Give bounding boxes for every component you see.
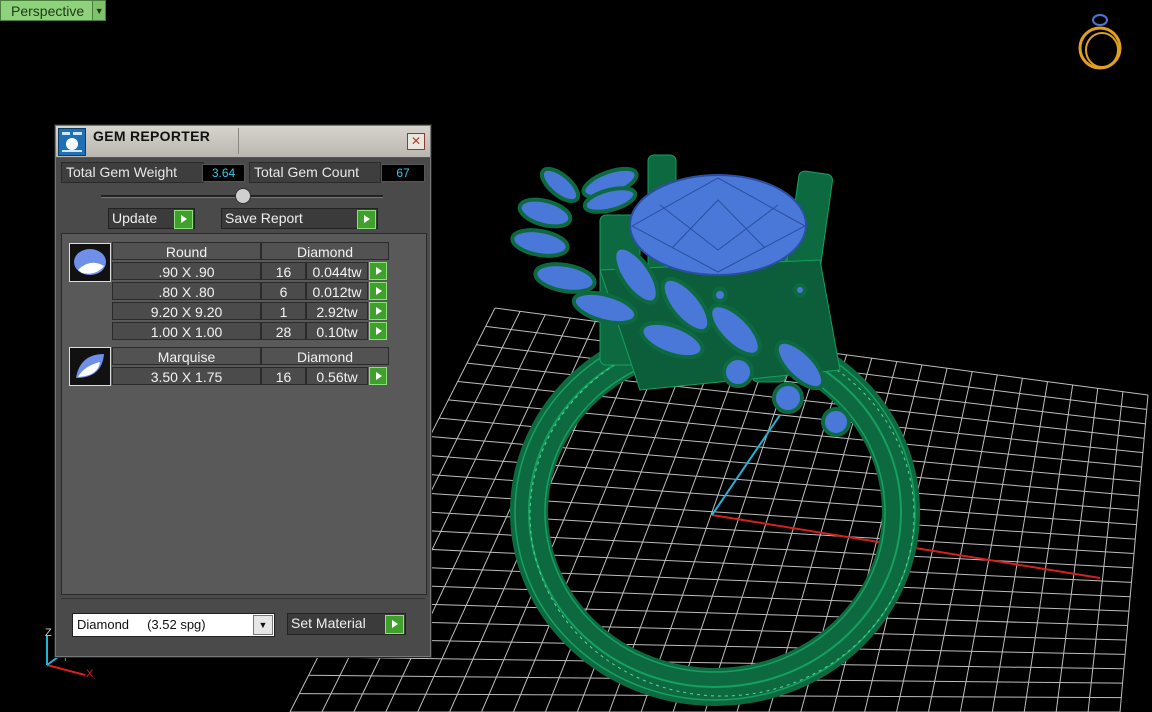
play-arrow-icon[interactable] [369, 322, 387, 340]
gem-reporter-panel[interactable]: GEM REPORTER ✕ Total Gem Weight 3.64 Tot… [55, 125, 431, 657]
gem-weight-cell: 2.92tw [306, 302, 368, 320]
gem-size-cell: .90 X .90 [112, 262, 261, 280]
gem-table: Round Diamond .90 X .90 16 0.044tw .80 X… [61, 233, 427, 595]
play-arrow-icon[interactable] [357, 210, 376, 229]
chevron-down-icon[interactable]: ▼ [92, 1, 106, 20]
play-arrow-icon[interactable] [369, 282, 387, 300]
total-weight-label: Total Gem Weight [61, 162, 204, 183]
ring-model[interactable] [510, 154, 920, 706]
panel-titlebar[interactable]: GEM REPORTER ✕ [56, 126, 430, 158]
axis-z-label: Z [45, 627, 52, 639]
total-count-value: 67 [381, 164, 425, 182]
gem-size-cell: .80 X .80 [112, 282, 261, 300]
material-bar: Diamond (3.52 spg) ▼ Set Material [61, 598, 425, 651]
gem-size-cell: 3.50 X 1.75 [112, 367, 261, 385]
play-arrow-icon[interactable] [369, 302, 387, 320]
group-material-header: Diamond [261, 242, 389, 260]
gem-weight-cell: 0.012tw [306, 282, 368, 300]
marquise-gem-icon [69, 347, 111, 386]
group-shape-header: Marquise [112, 347, 261, 365]
view-mode-tab[interactable]: Perspective ▼ [0, 0, 107, 21]
close-icon[interactable]: ✕ [407, 133, 425, 150]
gem-size-cell: 1.00 X 1.00 [112, 322, 261, 340]
play-arrow-icon[interactable] [369, 367, 387, 385]
panel-title: GEM REPORTER [93, 128, 211, 144]
group-shape-header: Round [112, 242, 261, 260]
grid-line [317, 656, 1124, 670]
slider-handle[interactable] [235, 188, 251, 204]
title-divider [238, 128, 239, 154]
grid-line [383, 527, 1133, 569]
gem-count-cell: 6 [261, 282, 306, 300]
ring-thumbnail-icon[interactable] [1072, 10, 1128, 72]
view-mode-label: Perspective [11, 2, 85, 19]
material-select[interactable]: Diamond (3.52 spg) ▼ [72, 613, 275, 637]
dropdown-arrow-icon[interactable]: ▼ [253, 615, 273, 635]
round-gem-icon [69, 243, 111, 282]
gem-weight-cell: 0.10tw [306, 322, 368, 340]
play-arrow-icon[interactable] [174, 210, 193, 229]
set-material-button-label: Set Material [291, 615, 366, 631]
set-material-button[interactable]: Set Material [287, 613, 406, 635]
update-button[interactable]: Update [108, 208, 195, 229]
update-button-label: Update [112, 210, 158, 226]
gem-weight-cell: 0.044tw [306, 262, 368, 280]
gem-weight-cell: 0.56tw [306, 367, 368, 385]
grid-line [327, 638, 1126, 655]
gem-reporter-icon [58, 128, 86, 156]
group-material-header: Diamond [261, 347, 389, 365]
axis-x-label: X [86, 668, 94, 680]
gem-size-cell: 9.20 X 9.20 [112, 302, 261, 320]
save-report-button[interactable]: Save Report [221, 208, 378, 229]
total-weight-value: 3.64 [202, 164, 245, 182]
grid-line [364, 564, 1131, 598]
play-arrow-icon[interactable] [385, 615, 404, 634]
totals-row: Total Gem Weight 3.64 Total Gem Count 67 [61, 162, 425, 183]
total-count-label: Total Gem Count [249, 162, 381, 183]
gem-count-cell: 28 [261, 322, 306, 340]
material-select-value: Diamond (3.52 spg) [77, 617, 206, 632]
gem-count-cell: 1 [261, 302, 306, 320]
play-arrow-icon[interactable] [369, 262, 387, 280]
save-report-button-label: Save Report [225, 210, 303, 226]
gem-count-cell: 16 [261, 262, 306, 280]
gem-count-cell: 16 [261, 367, 306, 385]
